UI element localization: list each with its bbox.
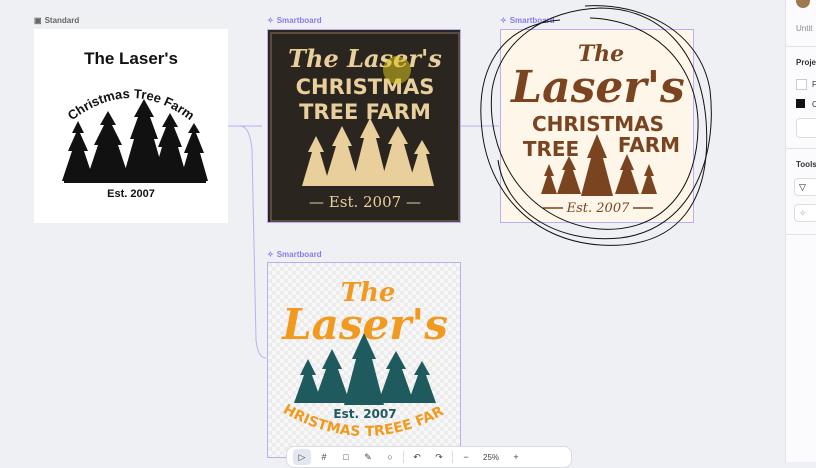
frame-label-text: Smartboard — [509, 16, 555, 25]
logo-est: Est. 2007 — [107, 188, 155, 200]
logo-est: Est. 2007 — [566, 201, 630, 216]
tree-silhouettes — [302, 118, 434, 186]
logo-line5: FARM — [618, 133, 680, 157]
sidebar-divider — [786, 234, 816, 235]
avatar[interactable] — [796, 0, 810, 8]
sidebar-input[interactable] — [796, 118, 816, 138]
zoom-out-button[interactable]: − — [457, 449, 475, 465]
sparkle-icon: ✧ — [500, 15, 507, 25]
document-title[interactable]: Untit — [796, 24, 812, 33]
smart-dark-frame[interactable]: The Laser's CHRISTMAS TREE FARM — Est. 2… — [267, 29, 461, 223]
tool-button-sparkle[interactable]: ✧ — [794, 204, 816, 222]
sparkle-icon: ✧ — [799, 207, 807, 218]
frame-label-smart-orange[interactable]: ✧ Smartboard — [267, 250, 322, 259]
frame-icon: # — [321, 452, 327, 462]
orange-logo: The Laser's Est. 2007 CHRISTMAS TREEE FA… — [268, 263, 460, 457]
square-icon: □ — [343, 452, 349, 462]
design-canvas[interactable]: ▣ Standard ✧ Smartboard ✧ Smartboard ✧ S… — [0, 0, 786, 468]
pen-icon: ✎ — [364, 451, 372, 462]
logo-line2: CHRISTMAS — [296, 75, 435, 99]
frame-label-text: Smartboard — [276, 250, 322, 259]
smart-cream-frame[interactable]: The Laser's CHRISTMAS TREE FARM Est. 200… — [500, 29, 694, 223]
sparkle-icon: ✧ — [267, 15, 274, 25]
zoom-level[interactable]: 25% — [479, 453, 503, 462]
minus-icon: − — [463, 452, 469, 462]
frame-icon: ▣ — [34, 15, 42, 25]
frame-tool-button[interactable]: # — [315, 449, 333, 465]
plus-icon: + — [513, 452, 519, 462]
standard-frame[interactable]: The Laser's Christmas Tree Farm Est. 200… — [34, 29, 228, 223]
frame-label-text: Smartboard — [276, 16, 322, 25]
logo-line1: The Laser's — [288, 44, 442, 73]
sparkle-icon: ✧ — [267, 249, 274, 259]
checkbox-item1[interactable] — [796, 79, 807, 90]
comment-tool-button[interactable]: ○ — [381, 449, 399, 465]
frame-label-smart-cream[interactable]: ✧ Smartboard — [500, 16, 555, 25]
sidebar-divider — [786, 46, 816, 47]
tool-button-shirt[interactable]: ▽ — [794, 178, 816, 196]
frame-label-smart-dark[interactable]: ✧ Smartboard — [267, 16, 322, 25]
redo-button[interactable]: ↷ — [430, 449, 448, 465]
logo-arc-text: Christmas Tree Farm — [65, 86, 198, 123]
shirt-icon: ▽ — [799, 181, 806, 192]
project-item1: F — [812, 80, 816, 89]
redo-icon: ↷ — [435, 451, 443, 462]
logo-est: — Est. 2007 — — [309, 193, 421, 211]
bottom-toolbar: ▷ # □ ✎ ○ ↶ ↷ − 25% + — [286, 446, 572, 468]
tools-heading: Tools — [796, 160, 816, 169]
logo-line2: Laser's — [509, 62, 685, 113]
comment-icon: ○ — [387, 452, 393, 462]
dark-logo: The Laser's CHRISTMAS TREE FARM — Est. 2… — [270, 32, 460, 222]
project-heading: Proje — [796, 58, 816, 67]
project-item2: C — [812, 100, 816, 109]
logo-line4: TREE — [523, 137, 579, 161]
logo-est: Est. 2007 — [333, 407, 396, 421]
undo-icon: ↶ — [413, 451, 421, 462]
pen-tool-button[interactable]: ✎ — [359, 449, 377, 465]
smart-orange-frame[interactable]: The Laser's Est. 2007 CHRISTMAS TREEE FA… — [267, 262, 461, 458]
undo-button[interactable]: ↶ — [408, 449, 426, 465]
sidebar-divider — [786, 148, 816, 149]
zoom-in-button[interactable]: + — [507, 449, 525, 465]
cream-logo: The Laser's CHRISTMAS TREE FARM Est. 200… — [509, 41, 685, 216]
frame-label-text: Standard — [44, 16, 80, 25]
color-swatch[interactable] — [796, 99, 805, 108]
logo-title: The Laser's — [84, 49, 178, 68]
shape-tool-button[interactable]: □ — [337, 449, 355, 465]
standard-logo: The Laser's Christmas Tree Farm Est. 200… — [62, 49, 208, 200]
logo-line3: TREE FARM — [299, 100, 431, 124]
pointer-icon: ▷ — [298, 451, 306, 462]
select-tool-button[interactable]: ▷ — [293, 449, 311, 465]
right-sidebar: Untit Proje F C Tools ▽ ✧ — [785, 0, 816, 462]
cursor-highlight — [383, 56, 411, 84]
toolbar-divider — [452, 451, 453, 463]
frame-label-standard[interactable]: ▣ Standard — [34, 16, 79, 25]
toolbar-divider — [403, 451, 404, 463]
